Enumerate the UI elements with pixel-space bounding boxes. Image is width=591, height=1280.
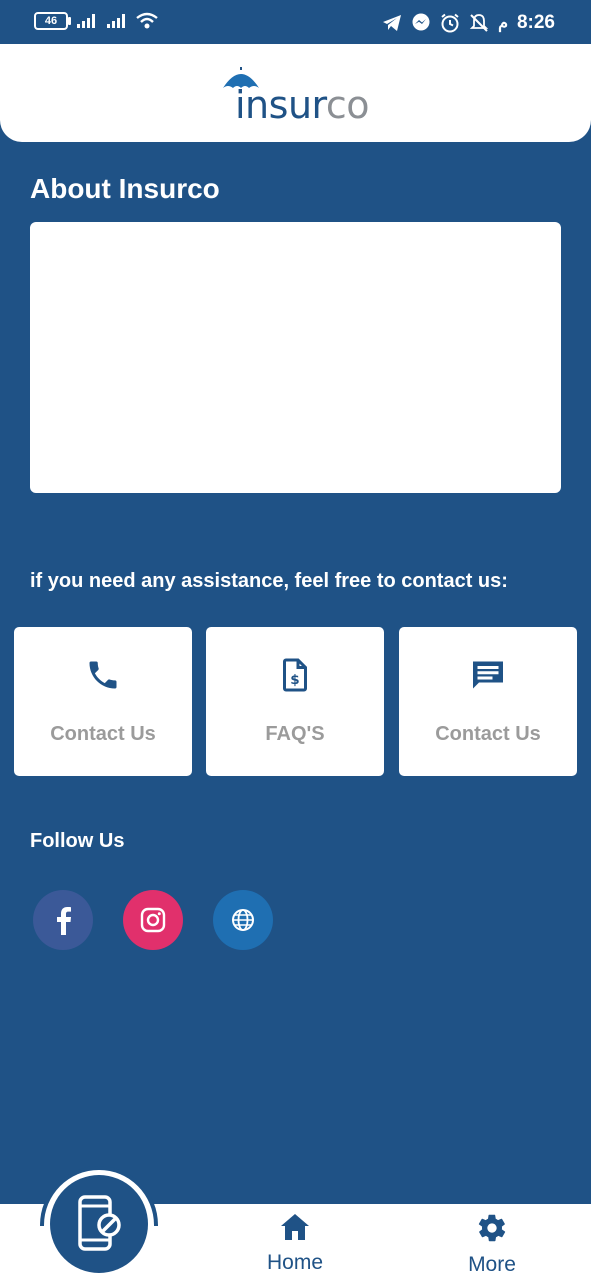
home-icon [281, 1214, 309, 1240]
nav-more[interactable]: More [432, 1212, 552, 1277]
wifi-icon [136, 12, 158, 29]
app-header: insurco [0, 44, 591, 142]
status-bar: 46 م 8:26 [0, 0, 591, 44]
messenger-icon [412, 13, 430, 31]
contact-us-card[interactable]: Contact Us [14, 627, 192, 776]
card-label: Contact Us [435, 723, 541, 745]
assistance-text: if you need any assistance, feel free to… [30, 570, 508, 592]
signal-icon [77, 14, 95, 28]
logo-part-1: insur [235, 83, 326, 127]
status-time: 8:26 [516, 12, 555, 33]
logo-text: insurco [235, 83, 369, 127]
facebook-link[interactable] [33, 890, 93, 950]
facebook-icon [57, 907, 71, 935]
battery-icon: 46 [34, 12, 71, 30]
gear-icon [478, 1214, 506, 1242]
about-title: About Insurco [30, 173, 220, 204]
website-link[interactable] [213, 890, 273, 950]
status-left: 46 [34, 12, 158, 30]
instagram-link[interactable] [123, 890, 183, 950]
invoice-dollar-icon: $ [283, 658, 307, 692]
nav-home[interactable]: Home [235, 1212, 355, 1275]
phone-icon [89, 661, 117, 689]
insurco-logo[interactable]: insurco [219, 66, 379, 127]
nav-label: Home [266, 1251, 324, 1274]
alarm-icon [441, 13, 459, 33]
phone-blocked-icon [78, 1195, 121, 1251]
telegram-icon [383, 15, 402, 31]
card-label: Contact Us [50, 723, 156, 745]
svg-text:$: $ [290, 672, 299, 688]
instagram-icon [140, 907, 166, 933]
nav-label: More [468, 1253, 516, 1276]
mute-icon [469, 14, 489, 32]
contact-us-chat-card[interactable]: Contact Us [399, 627, 577, 776]
blocked-phone-fab[interactable] [50, 1175, 148, 1273]
signal-icon [107, 14, 125, 28]
chat-icon [473, 661, 503, 689]
status-rtl-label: م [498, 15, 508, 32]
card-label: FAQ'S [265, 723, 325, 745]
follow-title: Follow Us [30, 830, 125, 852]
globe-icon [232, 909, 254, 931]
status-right: م 8:26 [382, 12, 555, 34]
about-content-box [30, 222, 561, 493]
contact-cards: Contact Us $ FAQ'S Contact Us [14, 627, 577, 776]
logo-part-2: co [325, 83, 370, 127]
faq-card[interactable]: $ FAQ'S [206, 627, 384, 776]
